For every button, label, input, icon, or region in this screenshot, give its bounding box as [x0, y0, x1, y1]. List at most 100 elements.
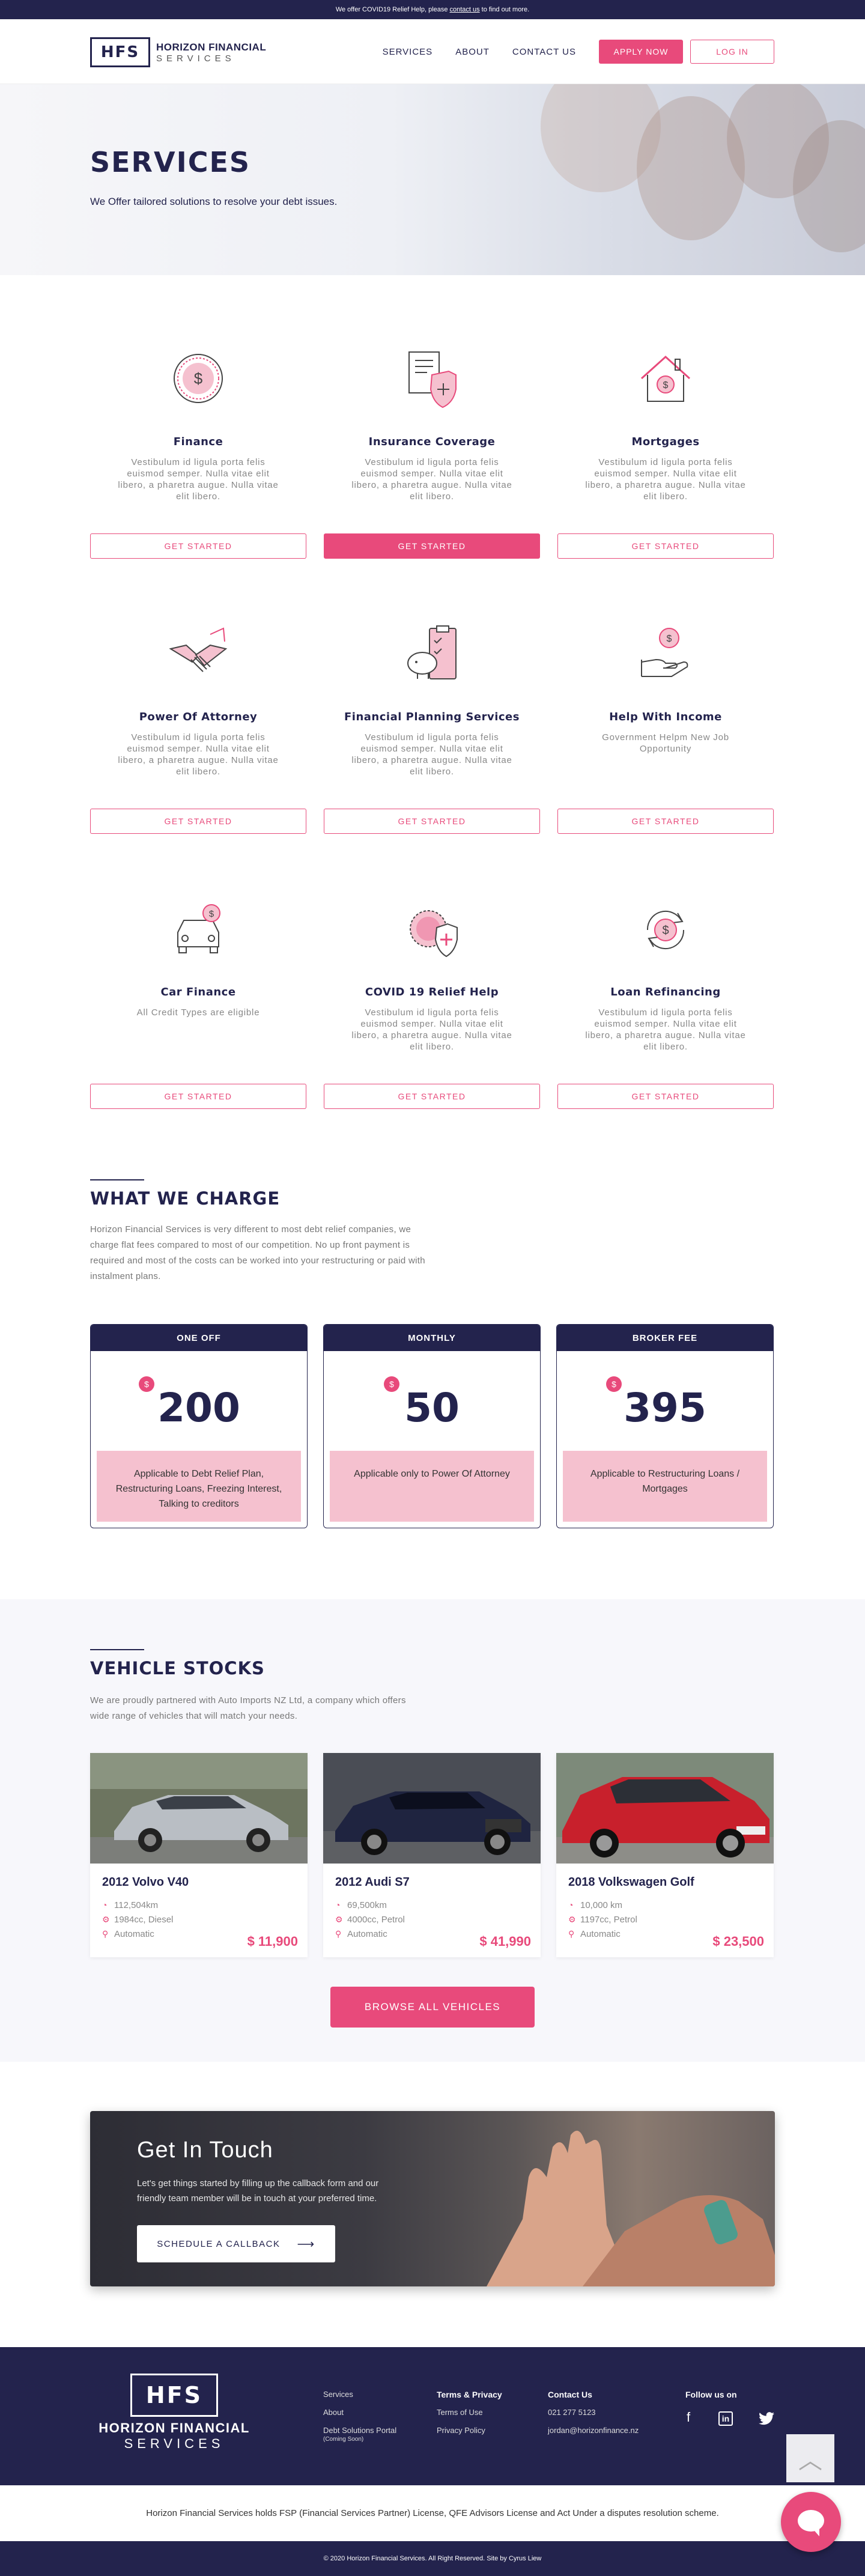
plan-name: ONE OFF [91, 1325, 307, 1351]
odometer-icon: ◔ [335, 1900, 341, 1910]
apply-now-button[interactable]: APPLY NOW [599, 40, 683, 64]
service-card-insurance: Insurance Coverage Vestibulum id ligula … [324, 350, 540, 614]
get-started-button[interactable]: GET STARTED [557, 809, 774, 834]
site-logo[interactable]: HFS HORIZON FINANCIAL SERVICES [90, 37, 266, 67]
charge-text: Horizon Financial Services is very diffe… [90, 1224, 425, 1281]
hands-photo [487, 2130, 775, 2286]
plan-amount: 395 [624, 1385, 706, 1431]
svg-text:$: $ [662, 924, 669, 937]
vehicle-km: 112,504km [114, 1900, 159, 1910]
get-started-button[interactable]: GET STARTED [90, 533, 306, 559]
services-row-1: $ Finance Vestibulum id ligula porta fel… [90, 350, 774, 614]
svg-text:$: $ [663, 380, 669, 390]
service-title: Loan Refinancing [610, 986, 721, 998]
facebook-icon[interactable]: f [687, 2410, 690, 2425]
vehicle-price: $ 23,500 [712, 1934, 764, 1949]
svg-text:$: $ [209, 909, 214, 919]
announcement-text: We offer COVID19 Relief Help, please [335, 6, 448, 13]
footer-link-terms[interactable]: Terms of Use [437, 2404, 502, 2422]
service-title: COVID 19 Relief Help [365, 986, 499, 998]
contact-us-link[interactable]: contact us [450, 6, 480, 13]
engine-icon: ⚙ [102, 1915, 110, 1924]
footer-link-debt-portal[interactable]: Debt Solutions Portal [323, 2425, 396, 2436]
service-text: Vestibulum id ligula porta felis euismod… [118, 457, 279, 502]
vehicle-card[interactable]: 2012 Volvo V40 ◔ 112,504km ⚙ 1984cc, Diese… [90, 1753, 308, 1957]
footer-links-col2: Terms & Privacy Terms of Use Privacy Pol… [437, 2386, 502, 2440]
get-in-touch-banner: Get In Touch Let's get things started by… [90, 2111, 775, 2286]
get-started-button[interactable]: GET STARTED [90, 1084, 306, 1109]
scroll-to-top-button[interactable]: ︿ [786, 2434, 834, 2482]
footer-logo[interactable]: HFS HORIZON FINANCIAL SERVICES [90, 2374, 258, 2452]
logo-line2: SERVICES [156, 53, 235, 64]
page-subtitle: We Offer tailored solutions to resolve y… [90, 196, 338, 207]
get-started-button[interactable]: GET STARTED [557, 1084, 774, 1109]
vehicle-transmission: Automatic [114, 1929, 154, 1939]
section-divider [90, 1179, 144, 1180]
service-card-financial-planning: Financial Planning Services Vestibulum i… [324, 625, 540, 889]
transmission-icon: ⚲ [568, 1929, 575, 1939]
vehicle-engine: 1197cc, Petrol [580, 1915, 637, 1925]
logo-line1: HORIZON FINANCIAL [156, 41, 267, 53]
plan-card-broker-fee: BROKER FEE $ 395 Applicable to Restructu… [556, 1324, 774, 1528]
footer-disclaimer: Horizon Financial Services holds FSP (Fi… [0, 2485, 865, 2541]
nav-about[interactable]: ABOUT [455, 47, 490, 57]
hero-banner: SERVICES We Offer tailored solutions to … [0, 84, 865, 275]
browse-all-vehicles-button[interactable]: BROWSE ALL VEHICLES [330, 1987, 535, 2028]
main-nav: SERVICES ABOUT CONTACT US APPLY NOW LOG … [383, 40, 774, 64]
get-started-button[interactable]: GET STARTED [324, 1084, 540, 1109]
get-started-button[interactable]: GET STARTED [90, 809, 306, 834]
service-text: Government Helpm New Job Opportunity [602, 732, 729, 754]
get-started-button[interactable]: GET STARTED [324, 809, 540, 834]
vehicle-price: $ 41,990 [479, 1934, 531, 1949]
twitter-icon[interactable] [759, 2412, 774, 2425]
refresh-dollar-icon: $ [646, 910, 685, 950]
plan-card-one-off: ONE OFF $ 200 Applicable to Debt Relief … [90, 1324, 308, 1528]
vehicle-engine: 4000cc, Petrol [347, 1915, 405, 1925]
service-title: Mortgages [631, 436, 700, 448]
get-started-button[interactable]: GET STARTED [557, 533, 774, 559]
odometer-icon: ◔ [102, 1900, 108, 1910]
footer-email[interactable]: jordan@horizonfinance.nz [548, 2422, 639, 2440]
get-in-touch-title: Get In Touch [137, 2137, 273, 2163]
plan-name: MONTHLY [324, 1325, 540, 1351]
nav-services[interactable]: SERVICES [383, 47, 433, 57]
vehicle-card[interactable]: 2018 Volkswagen Golf ◔ 10,000 km ⚙ 1197cc,… [556, 1753, 774, 1957]
footer-link-services[interactable]: Services [323, 2386, 396, 2404]
vehicle-photo [323, 1753, 541, 1864]
vehicle-km: 10,000 km [580, 1900, 623, 1910]
car-dollar-icon: $ [177, 904, 220, 953]
service-title: Financial Planning Services [344, 711, 520, 723]
site-footer: HFS HORIZON FINANCIAL SERVICES Services … [0, 2347, 865, 2485]
svg-text:$: $ [194, 369, 203, 387]
page-title: SERVICES [90, 146, 251, 178]
footer-follow-label: Follow us on [685, 2390, 737, 2399]
plan-note: Applicable to Debt Relief Plan, Restruct… [97, 1451, 301, 1522]
nav-contact-us[interactable]: CONTACT US [512, 47, 576, 57]
service-text: Vestibulum id ligula porta felis euismod… [118, 732, 279, 777]
service-text: All Credit Types are eligible [136, 1007, 260, 1018]
footer-heading-terms: Terms & Privacy [437, 2390, 502, 2399]
vehicle-transmission: Automatic [347, 1929, 387, 1939]
plan-card-monthly: MONTHLY $ 50 Applicable only to Power Of… [323, 1324, 541, 1528]
linkedin-icon[interactable]: in [718, 2411, 733, 2426]
vehicle-photo [90, 1753, 308, 1864]
service-text: Vestibulum id ligula porta felis euismod… [351, 732, 512, 777]
footer-phone[interactable]: 021 277 5123 [548, 2404, 639, 2422]
vehicle-card[interactable]: 2012 Audi S7 ◔ 69,500km ⚙ 4000cc, Petrol ⚲… [323, 1753, 541, 1957]
chat-button[interactable] [781, 2492, 841, 2552]
footer-link-about[interactable]: About [323, 2404, 396, 2422]
service-card-covid-relief: COVID 19 Relief Help Vestibulum id ligul… [324, 900, 540, 1164]
transmission-icon: ⚲ [335, 1929, 342, 1939]
vehicle-name: 2012 Audi S7 [335, 1876, 410, 1889]
log-in-button[interactable]: LOG IN [690, 40, 774, 64]
get-started-button[interactable]: GET STARTED [324, 533, 540, 559]
schedule-callback-button[interactable]: SCHEDULE A CALLBACK ⟶ [137, 2225, 335, 2262]
plan-amount: 200 [157, 1385, 240, 1431]
announcement-bar: We offer COVID19 Relief Help, please con… [0, 0, 865, 19]
coin-dollar-icon: $ [174, 354, 223, 403]
engine-icon: ⚙ [568, 1915, 576, 1924]
footer-link-privacy[interactable]: Privacy Policy [437, 2422, 502, 2440]
odometer-icon: ◔ [568, 1900, 574, 1910]
vehicles-title: VEHICLE STOCKS [90, 1658, 265, 1678]
services-row-2: Power Of Attorney Vestibulum id ligula p… [90, 625, 774, 889]
